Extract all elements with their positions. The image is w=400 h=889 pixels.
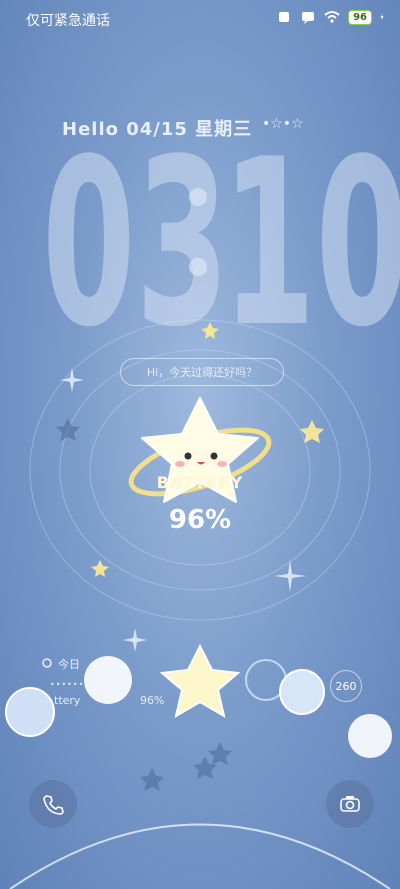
clock-colon [187, 188, 209, 328]
battery-level: 96 [348, 9, 372, 25]
mascot-row [5, 643, 392, 758]
status-bar: 仅可紧急通话 96 [0, 0, 400, 40]
notification-icon [279, 12, 290, 22]
charging-icon [380, 13, 384, 21]
camera-button[interactable] [326, 780, 374, 828]
battery-widget-percent: 96% [168, 505, 232, 535]
status-icons: 96 [276, 9, 388, 25]
phone-icon [43, 795, 64, 815]
carrier-status: 仅可紧急通话 [26, 13, 110, 29]
message-icon [302, 12, 315, 24]
greeting-bubble: Hi，今天过得还好吗？ [120, 358, 284, 386]
wifi-icon [324, 11, 340, 23]
camera-icon [340, 796, 360, 812]
clock-minutes: 10 [222, 111, 400, 378]
battery-widget-label: BATTERY [156, 473, 244, 492]
phone-button[interactable] [29, 780, 77, 828]
